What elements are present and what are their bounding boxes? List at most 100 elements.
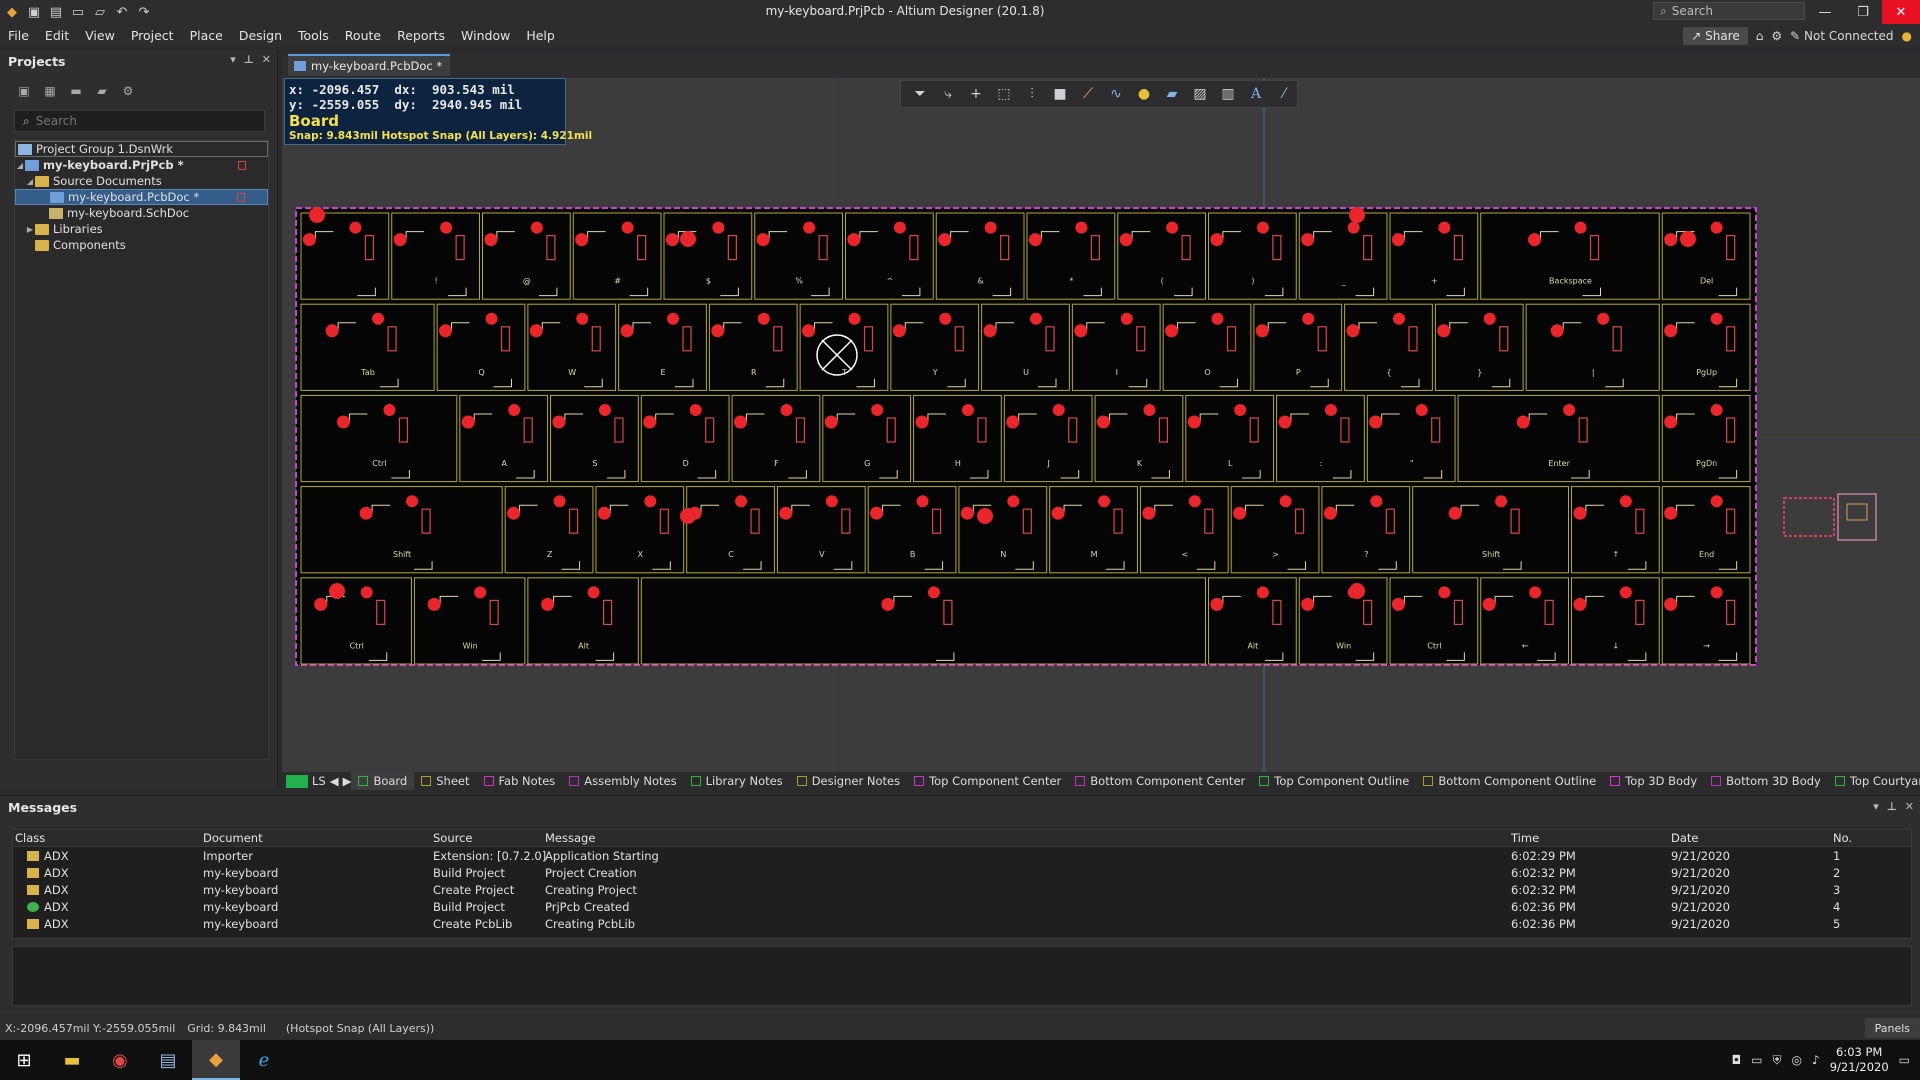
column-header-message[interactable]: Message <box>545 831 595 845</box>
gear-icon[interactable]: ⚙ <box>1771 29 1782 43</box>
column-header-document[interactable]: Document <box>203 831 263 845</box>
security-icon[interactable]: ⛨ <box>1773 1053 1782 1068</box>
select-rect-icon[interactable]: ⬚ <box>993 83 1015 105</box>
column-header-time[interactable]: Time <box>1511 831 1539 845</box>
message-row[interactable]: ADX my-keyboard Build Project PrjPcb Create… <box>13 898 1911 915</box>
column-header-source[interactable]: Source <box>433 831 473 845</box>
compile-icon[interactable]: ▦ <box>42 83 58 99</box>
column-header-class[interactable]: Class <box>15 831 45 845</box>
collapse-arrow-icon[interactable]: ◢ <box>25 177 35 186</box>
layer-set-label[interactable]: LS <box>312 774 326 788</box>
share-button[interactable]: ↗ Share <box>1683 26 1748 45</box>
layer-tab[interactable]: Top 3D Body <box>1603 772 1704 790</box>
menu-design[interactable]: Design <box>231 24 290 47</box>
tree-item-project-group[interactable]: Project Group 1.DsnWrk <box>15 141 268 157</box>
text-icon[interactable]: A <box>1245 83 1267 105</box>
column-header-date[interactable]: Date <box>1671 831 1699 845</box>
layer-tab[interactable]: Top Courtyard <box>1828 772 1920 790</box>
panel-close-icon[interactable]: ✕ <box>1905 800 1914 813</box>
save-icon[interactable]: ▣ <box>26 4 42 20</box>
layer-set-control[interactable]: LS ◀ ▶ <box>282 774 351 788</box>
home-icon[interactable]: ⌂ <box>1756 29 1764 43</box>
collapse-arrow-icon[interactable]: ◢ <box>15 161 25 170</box>
internet-explorer-icon[interactable]: ℯ <box>240 1040 288 1080</box>
column-header-no[interactable]: No. <box>1833 831 1852 845</box>
panel-menu-icon[interactable]: ▾ <box>1873 800 1879 813</box>
expand-arrow-icon[interactable]: ▶ <box>25 225 35 234</box>
pcb-drawing[interactable]: ! @ # $% ^ & *() _ + Backspace DelTab Q W E R T Y U I O P{} |… <box>282 78 1920 772</box>
open-project-icon[interactable]: ▱ <box>92 4 108 20</box>
document-app-icon[interactable]: ▤ <box>144 1040 192 1080</box>
pcb-canvas[interactable]: ! @ # $% ^ & *() _ + Backspace Del Tab Q W E R T Y U I O P{} |… <box>282 78 1920 772</box>
clock[interactable]: 6:03 PM 9/21/2020 <box>1830 1045 1889 1075</box>
menu-edit[interactable]: Edit <box>37 24 77 47</box>
message-row[interactable]: ADX Importer Extension: [0.7.2.0] Applicati… <box>13 847 1911 864</box>
projects-search-input[interactable] <box>35 114 236 128</box>
altium-taskbar-icon[interactable]: ◆ <box>192 1040 240 1080</box>
layer-tab[interactable]: Bottom Component Center <box>1068 772 1252 790</box>
panel-close-icon[interactable]: ✕ <box>262 53 271 66</box>
user-avatar-icon[interactable]: ● <box>1902 29 1912 43</box>
layer-tab[interactable]: Bottom 3D Body <box>1704 772 1828 790</box>
close-icon[interactable]: ✕ <box>1882 0 1920 24</box>
interactive-route-icon[interactable]: ⟋ <box>1077 83 1099 105</box>
project-folder-icon[interactable]: ▬ <box>68 83 84 99</box>
layer-tab[interactable]: Board <box>351 772 415 790</box>
region-icon[interactable]: ■ <box>1049 83 1071 105</box>
pin-icon[interactable]: ⊥ <box>244 53 254 66</box>
redo-icon[interactable]: ↷ <box>136 4 152 20</box>
align-icon[interactable]: ⫶ <box>1021 83 1043 105</box>
altium-logo-icon[interactable]: ◆ <box>4 4 20 20</box>
tab-pcb-document[interactable]: my-keyboard.PcbDoc * <box>288 54 451 76</box>
message-row[interactable]: ADX my-keyboard Create PcbLib Creating PcbL… <box>13 915 1911 932</box>
layer-tab[interactable]: Sheet <box>414 772 476 790</box>
notification-icon[interactable]: ▭ <box>1899 1053 1910 1067</box>
route-icon[interactable]: ⤷ <box>937 83 959 105</box>
menu-tools[interactable]: Tools <box>290 24 337 47</box>
keepout-icon[interactable]: ▨ <box>1189 83 1211 105</box>
minimize-icon[interactable]: — <box>1806 0 1844 24</box>
save-document-icon[interactable]: ▣ <box>16 83 32 99</box>
connection-status[interactable]: ✎ Not Connected <box>1790 29 1893 43</box>
network-icon[interactable]: ▭ <box>1751 1053 1762 1067</box>
volume-icon[interactable]: ♪ <box>1812 1053 1820 1067</box>
panels-button[interactable]: Panels <box>1864 1018 1920 1038</box>
panel-menu-icon[interactable]: ▾ <box>230 53 236 66</box>
restore-icon[interactable]: ❐ <box>1844 0 1882 24</box>
layer-tab[interactable]: Library Notes <box>684 772 790 790</box>
line-icon[interactable]: ⁄ <box>1273 83 1295 105</box>
pin-icon[interactable]: ⊥ <box>1887 800 1897 813</box>
steam-icon[interactable]: ◎ <box>1792 1053 1802 1067</box>
tree-item-project[interactable]: ◢ my-keyboard.PrjPcb * <box>15 157 268 173</box>
tree-item-pcb-doc[interactable]: my-keyboard.PcbDoc * <box>15 189 268 205</box>
file-explorer-icon[interactable]: ▬ <box>48 1040 96 1080</box>
layer-tab[interactable]: Top Component Center <box>907 772 1068 790</box>
prev-layer-icon[interactable]: ◀ <box>330 774 339 788</box>
layer-tab[interactable]: Bottom Component Outline <box>1416 772 1603 790</box>
menu-view[interactable]: View <box>77 24 123 47</box>
polygon-icon[interactable]: ▰ <box>1161 83 1183 105</box>
layer-tab[interactable]: Designer Notes <box>790 772 907 790</box>
cross-icon[interactable]: + <box>965 83 987 105</box>
filter-icon[interactable]: ⏷ <box>909 83 931 105</box>
tree-item-components[interactable]: Components <box>15 237 268 253</box>
layer-tab[interactable]: Fab Notes <box>477 772 563 790</box>
measure-icon[interactable]: ▥ <box>1217 83 1239 105</box>
chrome-icon[interactable]: ◉ <box>96 1040 144 1080</box>
open-icon[interactable]: ▭ <box>70 4 86 20</box>
menu-help[interactable]: Help <box>518 24 563 47</box>
next-layer-icon[interactable]: ▶ <box>343 774 352 788</box>
tree-item-sch-doc[interactable]: my-keyboard.SchDoc <box>15 205 268 221</box>
diff-pair-icon[interactable]: ∿ <box>1105 83 1127 105</box>
message-row[interactable]: ADX my-keyboard Create Project Creating Pro… <box>13 881 1911 898</box>
layer-tab[interactable]: Assembly Notes <box>562 772 683 790</box>
tree-item-source-documents[interactable]: ◢ Source Documents <box>15 173 268 189</box>
menu-route[interactable]: Route <box>337 24 389 47</box>
undo-icon[interactable]: ↶ <box>114 4 130 20</box>
layer-tab[interactable]: Top Component Outline <box>1252 772 1416 790</box>
open-folder-icon[interactable]: ▰ <box>94 83 110 99</box>
menu-reports[interactable]: Reports <box>389 24 453 47</box>
menu-window[interactable]: Window <box>453 24 518 47</box>
projects-search[interactable]: ⌕ <box>14 110 265 132</box>
via-icon[interactable]: ● <box>1133 83 1155 105</box>
